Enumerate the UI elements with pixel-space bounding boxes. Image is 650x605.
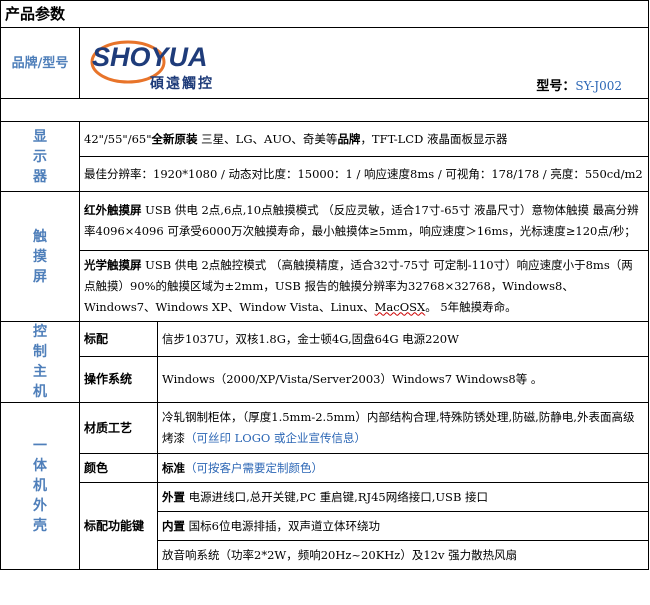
std-row-external: 外置 电源进线口,总开关键,PC 重启键,RJ45网络接口,USB 接口 [156,482,650,512]
display-row-1: 显 示 器 42"/55"/65"全新原装 三星、LG、AUO、奇美等品牌，TF… [0,121,650,192]
display-row-2: 最佳分辨率：1920*1080 / 动态对比度：15000：1 / 响应速度8m… [1,156,650,192]
cat-char: 器 [33,168,47,185]
brand-cell: SHOYUA 碩遠觸控 型号：SY-J002 [78,27,650,99]
host-row-os: 操作系统 Windows（2000/XP/Vista/Server2003）Wi… [1,356,650,403]
new-original: 全新原装 [151,131,198,146]
spacer-cell [0,98,650,122]
std-row-internal: 内置 国标6位电源排插，双声道立体环绕功 [156,511,650,541]
touch-row-optical: 光学触摸屏 USB 供电 2点触控模式 （高触摸精度，适合32寸-75寸 可定制… [1,250,650,322]
logo-text: SHOYUA [92,42,208,72]
cat-char: 主 [33,364,47,380]
model-label: 型号： [536,79,576,94]
spacer-row [0,98,650,122]
std-bold: 内置 [162,518,185,533]
cat-char: 控 [33,324,47,340]
cat-char: 示 [33,148,47,165]
cat-char: 显 [33,128,47,145]
cat-char: 外 [33,498,47,514]
std-text: 放音响系统（功率2*2W，频响20Hz~20KHz）及12v 强力散热风扇 [162,547,518,562]
color-std: 标准 [162,460,185,475]
category-cabinet: 一 体 机 外 壳 [0,402,80,570]
model-info: 型号：SY-J002 [536,76,622,97]
brands-text: 三星、LG、AUO、奇美等 [197,131,338,146]
brand-row: 品牌/型号 SHOYUA 碩遠觸控 型号：SY-J002 [0,27,650,99]
material-note: （可丝印 LOGO 或企业宣传信息） [185,431,366,445]
shoyua-logo: SHOYUA 碩遠觸控 [90,40,214,92]
color-note: （可按客户需要定制颜色） [185,460,323,475]
ir-text: USB 供电 2点,6点,10点触摸模式 （反应灵敏，适合17寸-65寸 液晶尺… [84,203,639,238]
optical-touch-spec: 光学触摸屏 USB 供电 2点触控模式 （高触摸精度，适合32寸-75寸 可定制… [78,250,650,322]
cat-char: 机 [33,384,47,400]
host-std-value: 信步1037U，双核1.8G，金士顿4G,固盘64G 电源220W [156,320,650,358]
cat-char: 触 [33,228,47,245]
cabinet-row-material: 一 体 机 外 壳 材质工艺 冷轧钢制柜体，（厚度1.5mm-2.5mm）内部结… [0,402,650,570]
display-panel-spec: 42"/55"/65"全新原装 三星、LG、AUO、奇美等品牌，TFT-LCD … [78,121,650,157]
material-label: 材质工艺 [79,402,158,454]
category-display: 显 示 器 [0,121,80,192]
macos-text: MacOSX [374,299,426,314]
product-spec-table: 产品参数 品牌/型号 SHOYUA 碩遠觸控 型号：SY-J002 显 示 器 [0,0,650,570]
table-title: 产品参数 [0,0,650,28]
cabinet-row-std-1: 标配功能键 外置 电源进线口,总开关键,PC 重启键,RJ45网络接口,USB … [1,482,650,570]
brand-label: 品牌/型号 [0,27,80,99]
material-value: 冷轧钢制柜体，（厚度1.5mm-2.5mm）内部结构合理,特殊防锈处理,防磁,防… [156,402,650,454]
cat-char: 制 [33,344,47,360]
cat-char: 壳 [33,518,47,534]
display-specs: 最佳分辨率：1920*1080 / 动态对比度：15000：1 / 响应速度8m… [78,156,650,192]
optical-text: USB 供电 2点触控模式 （高触摸精度，适合32寸-75寸 可定制-110寸）… [84,257,633,314]
cat-char: 摸 [33,248,47,265]
host-std-label: 标配 [79,320,158,358]
model-value: SY-J002 [575,79,623,93]
size-text: 42"/55"/65" [84,131,152,146]
ir-touch-spec: 红外触摸屏 USB 供电 2点,6点,10点触摸模式 （反应灵敏，适合17寸-6… [78,191,650,251]
category-host: 控 制 主 机 [0,321,80,403]
optical-label: 光学触摸屏 [84,257,142,272]
std-text: 电源进线口,总开关键,PC 重启键,RJ45网络接口,USB 接口 [185,489,489,504]
brand-word: 品牌 [337,131,361,146]
cat-char: 一 [33,438,47,454]
std-row-audio: 放音响系统（功率2*2W，频响20Hz~20KHz）及12v 强力散热风扇 [156,540,650,570]
color-value: 标准（可按客户需要定制颜色） [156,453,650,483]
optical-text-tail: 。 5年触摸寿命。 [425,299,517,314]
category-touch: 触 摸 屏 [0,191,80,322]
host-os-value: Windows（2000/XP/Vista/Server2003）Windows… [156,356,650,403]
cat-char: 机 [33,478,47,494]
panel-type: ，TFT-LCD 液晶面板显示器 [360,131,508,146]
logo-cn: 碩遠觸控 [150,75,214,92]
std-keys-label: 标配功能键 [79,482,158,570]
host-row-std: 控 制 主 机 标配 信步1037U，双核1.8G，金士顿4G,固盘64G 电源… [0,320,650,403]
ir-label: 红外触摸屏 [84,203,142,217]
std-text: 国标6位电源排插，双声道立体环绕功 [185,518,380,533]
touch-row-ir: 触 摸 屏 红外触摸屏 USB 供电 2点,6点,10点触摸模式 （反应灵敏，适… [0,191,650,322]
cabinet-row-color: 颜色 标准（可按客户需要定制颜色） [1,453,650,483]
title-row: 产品参数 [0,0,650,28]
host-os-label: 操作系统 [79,356,158,403]
cat-char: 体 [33,458,47,474]
std-bold: 外置 [162,489,185,504]
color-label: 颜色 [79,453,158,483]
cat-char: 屏 [33,268,47,285]
